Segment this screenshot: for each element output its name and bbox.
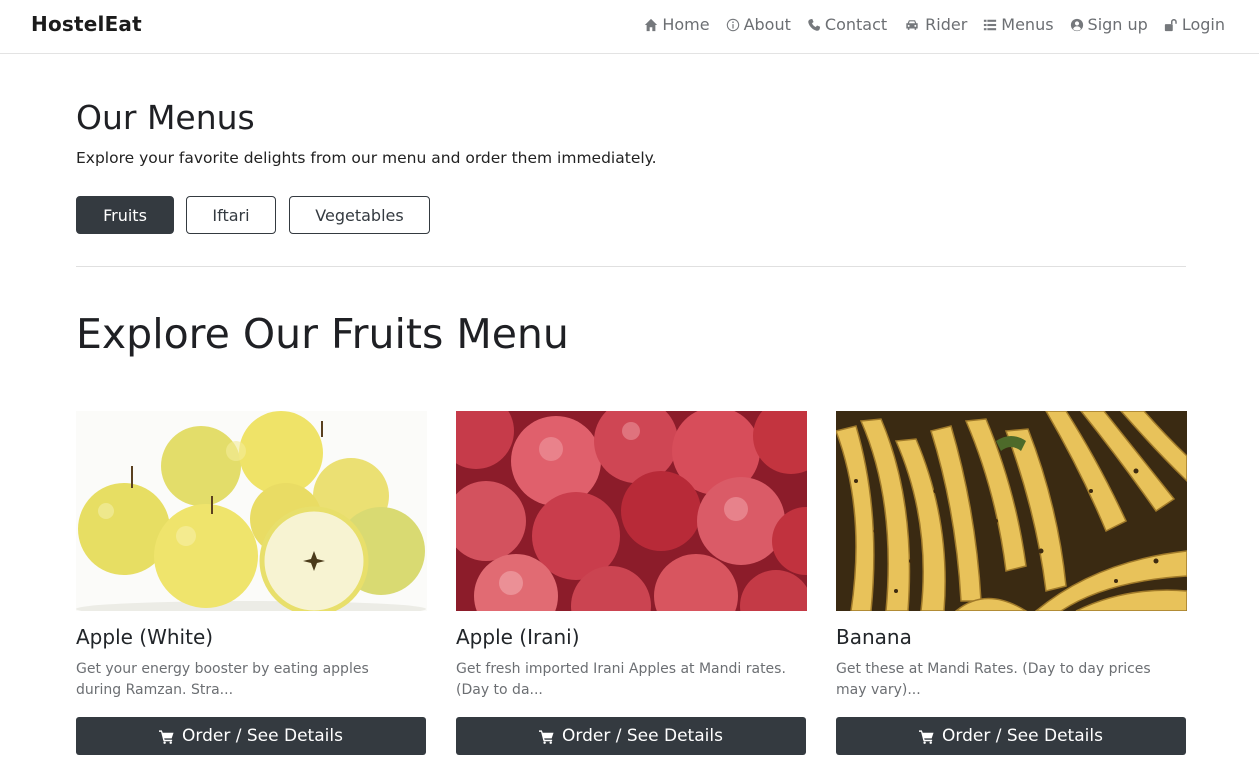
order-button-label: Order / See Details: [182, 726, 343, 746]
card-title: Apple (Irani): [456, 625, 580, 649]
order-button-label: Order / See Details: [562, 726, 723, 746]
category-button-vegetables[interactable]: Vegetables: [289, 196, 430, 234]
section-title: Explore Our Fruits Menu: [76, 310, 569, 358]
phone-icon: [808, 18, 821, 31]
category-button-iftari[interactable]: Iftari: [186, 196, 276, 234]
card-title: Banana: [836, 625, 912, 649]
cart-icon: [919, 729, 934, 744]
order-button[interactable]: Order / See Details: [456, 717, 806, 755]
nav-item-label: Contact: [824, 15, 888, 34]
card-image: [76, 411, 427, 611]
car-icon: [906, 19, 918, 30]
card-image: [456, 411, 807, 611]
order-button[interactable]: Order / See Details: [836, 717, 1186, 755]
nav-item-signup[interactable]: Sign up: [1070, 15, 1148, 34]
nav-item-rider[interactable]: Rider: [903, 15, 967, 34]
nav-item-login[interactable]: Login: [1164, 15, 1225, 34]
nav-item-label: Menus: [1001, 15, 1054, 34]
home-icon: [645, 18, 658, 31]
info-icon: [726, 18, 739, 31]
card-title: Apple (White): [76, 625, 214, 649]
nav-item-home[interactable]: Home: [644, 15, 710, 34]
unlock-icon: [1164, 18, 1177, 31]
yellow-apples-photo: [76, 411, 427, 611]
red-apples-photo: [456, 411, 807, 611]
list-icon: [984, 19, 997, 30]
card-image: [836, 411, 1187, 611]
cart-icon: [159, 729, 174, 744]
order-button[interactable]: Order / See Details: [76, 717, 426, 755]
nav-item-label: About: [743, 15, 791, 34]
cart-icon: [539, 729, 554, 744]
page-subtitle: Explore your favorite delights from our …: [76, 149, 657, 167]
nav-item-label: Home: [662, 15, 710, 34]
nav-item-label: Rider: [925, 15, 968, 34]
brand-logo[interactable]: HostelEat: [31, 12, 142, 36]
card-description: Get your energy booster by eating apples…: [76, 661, 369, 698]
nav-item-contact[interactable]: Contact: [807, 15, 887, 34]
section-divider: [76, 266, 1186, 267]
category-button-fruits[interactable]: Fruits: [76, 196, 174, 234]
navbar: HostelEat Home About Contact Rider Menus…: [0, 0, 1259, 54]
nav-item-label: Login: [1181, 15, 1225, 34]
page-title: Our Menus: [76, 98, 255, 137]
user-circle-icon: [1070, 18, 1083, 31]
nav-item-about[interactable]: About: [726, 15, 791, 34]
bananas-photo: [836, 411, 1187, 611]
card-description: Get these at Mandi Rates. (Day to day pr…: [836, 661, 1151, 698]
order-button-label: Order / See Details: [942, 726, 1103, 746]
nav-menu: Home About Contact Rider Menus Sign up L…: [644, 15, 1225, 34]
nav-item-menus[interactable]: Menus: [983, 15, 1054, 34]
card-description: Get fresh imported Irani Apples at Mandi…: [456, 661, 786, 698]
nav-item-label: Sign up: [1087, 15, 1148, 34]
